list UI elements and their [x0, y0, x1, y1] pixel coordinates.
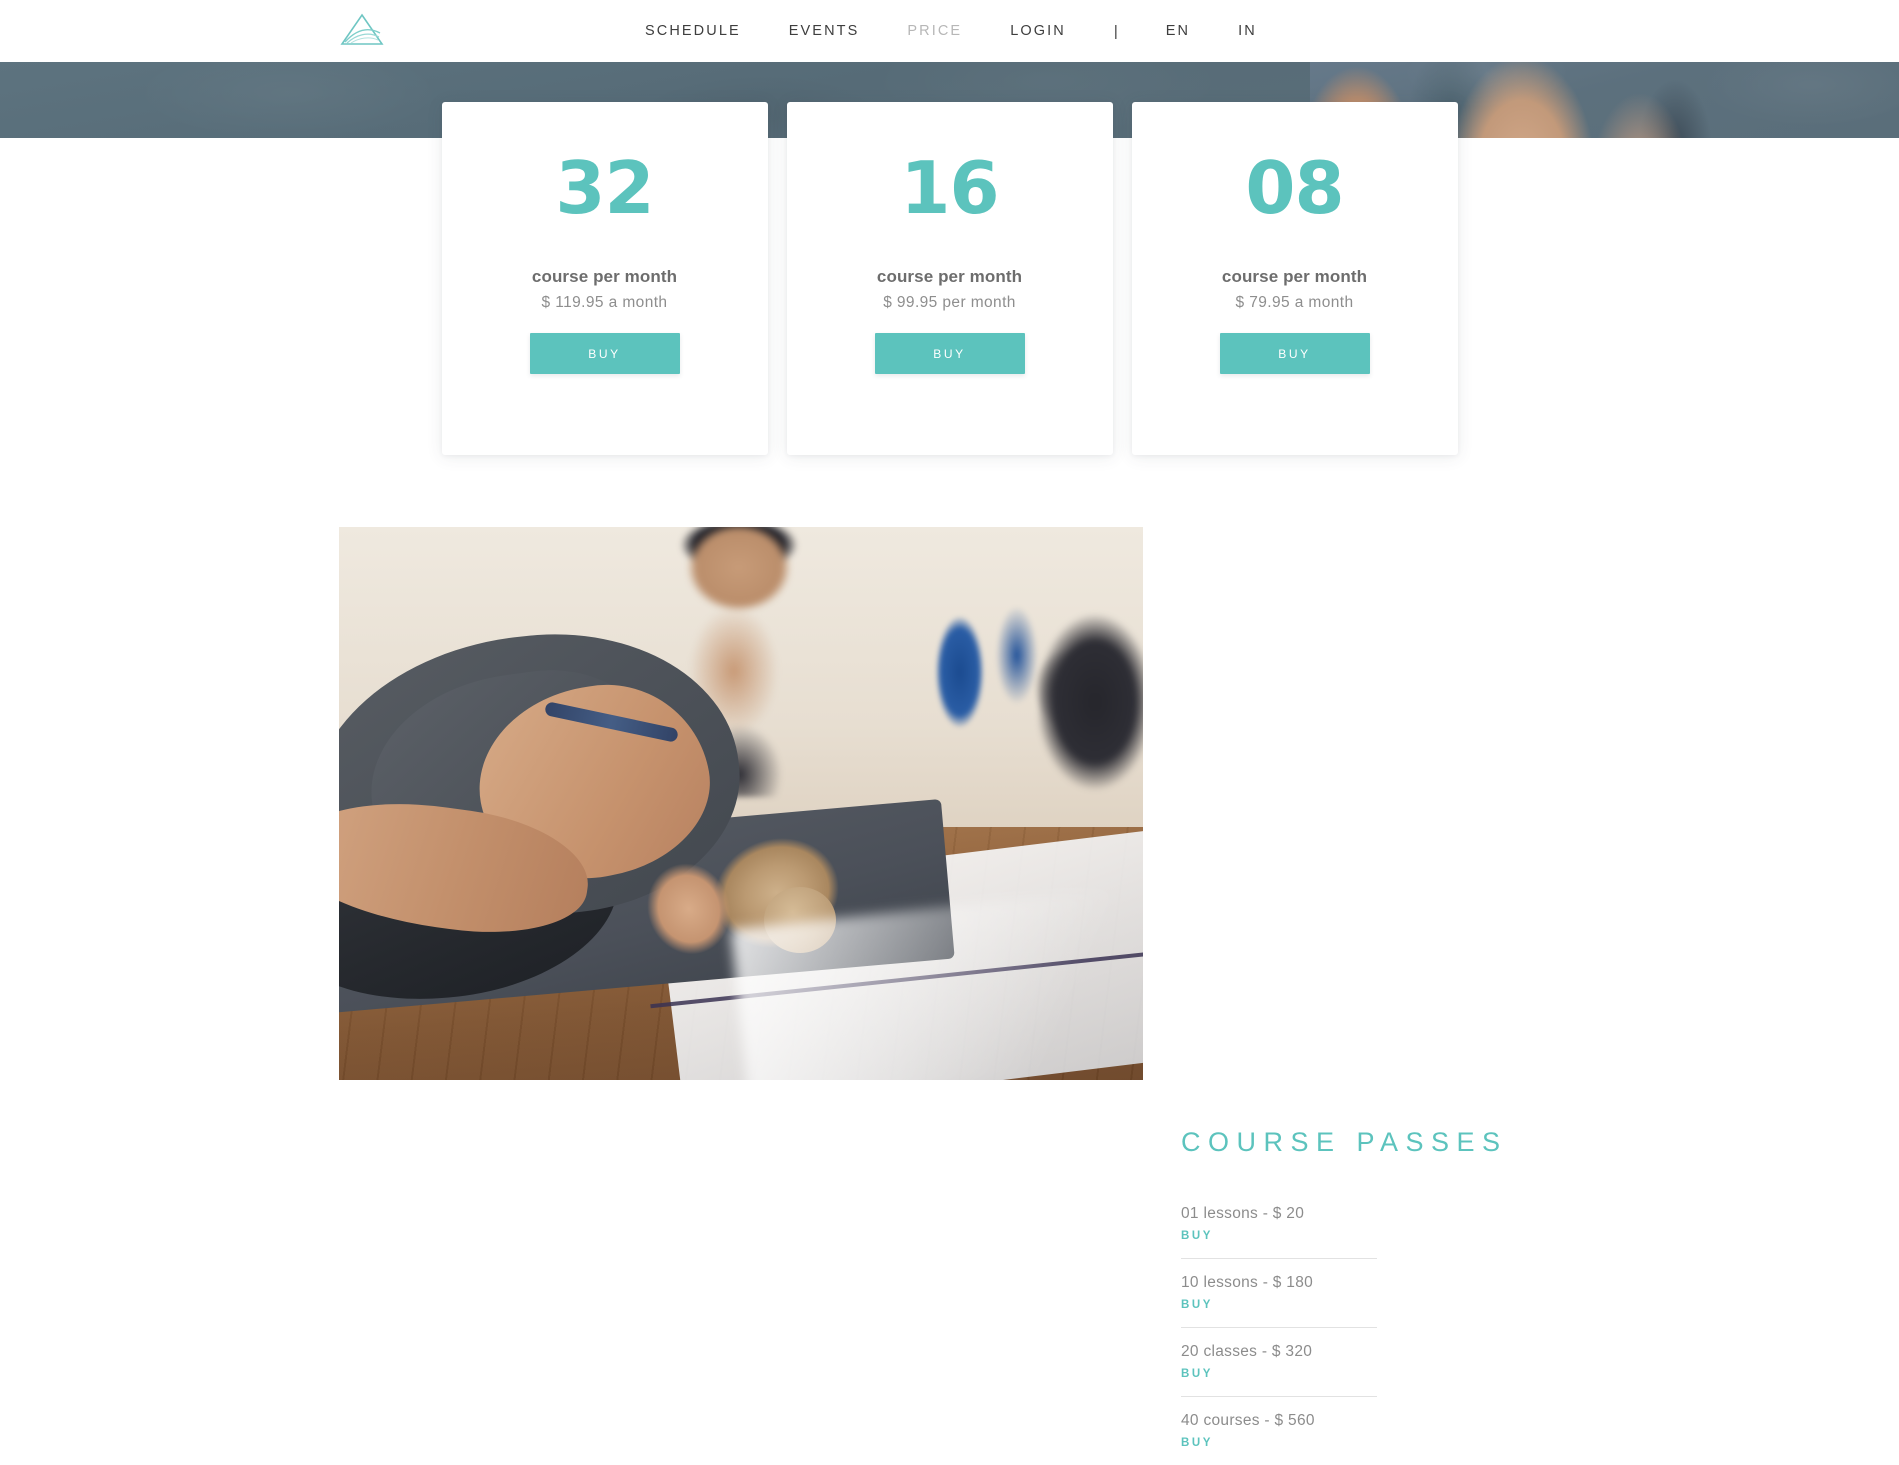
pass-buy-link[interactable]: BUY [1181, 1368, 1213, 1380]
pricing-card-unit: course per month [531, 267, 678, 286]
triangle-mountain-logo-icon [340, 13, 384, 45]
pricing-card-price: $ 99.95 per month [883, 294, 1016, 311]
passes-panel: COURSE PASSES 01 lessons - $ 20 BUY 10 l… [1181, 1127, 1511, 1465]
buy-button[interactable]: BUY [1219, 333, 1370, 374]
feature-image-yoga-pose [339, 527, 1143, 1080]
nav-item-events[interactable]: EVENTS [789, 23, 860, 39]
pricing-card-count: 16 [900, 146, 999, 230]
pricing-card-count: 32 [555, 146, 654, 230]
nav-language-in[interactable]: IN [1238, 23, 1257, 39]
pricing-card: 08 course per month $ 79.95 a month BUY [1131, 102, 1458, 455]
pass-label: 01 lessons - $ 20 [1181, 1205, 1305, 1222]
pass-item: 10 lessons - $ 180 BUY [1181, 1259, 1377, 1328]
pass-buy-link[interactable]: BUY [1181, 1230, 1213, 1242]
pass-label: 10 lessons - $ 180 [1181, 1274, 1314, 1291]
top-navigation-bar: SCHEDULE EVENTS PRICE LOGIN | EN IN [0, 0, 1899, 62]
pricing-card-unit: course per month [876, 267, 1023, 286]
buy-button[interactable]: BUY [874, 333, 1025, 374]
nav-separator: | [1113, 22, 1118, 40]
pricing-card-unit: course per month [1221, 267, 1368, 286]
pass-label: 20 classes - $ 320 [1181, 1343, 1313, 1360]
buy-button[interactable]: BUY [529, 333, 680, 374]
pricing-card: 32 course per month $ 119.95 a month BUY [441, 102, 768, 455]
passes-title: COURSE PASSES [1181, 1127, 1508, 1157]
pass-label: 40 courses - $ 560 [1181, 1412, 1315, 1429]
pricing-card-price: $ 119.95 a month [541, 294, 668, 311]
main-nav: SCHEDULE EVENTS PRICE LOGIN | EN IN [645, 0, 1305, 62]
pass-buy-link[interactable]: BUY [1181, 1299, 1213, 1311]
pass-item: 01 lessons - $ 20 BUY [1181, 1205, 1377, 1259]
pricing-card: 16 course per month $ 99.95 per month BU… [786, 102, 1113, 455]
nav-item-schedule[interactable]: SCHEDULE [645, 23, 741, 39]
pass-buy-link[interactable]: BUY [1181, 1437, 1213, 1449]
site-logo[interactable] [336, 8, 388, 50]
nav-item-login[interactable]: LOGIN [1010, 23, 1066, 39]
pricing-card-price: $ 79.95 a month [1235, 294, 1354, 311]
nav-item-price[interactable]: PRICE [907, 23, 962, 39]
pricing-cards: 32 course per month $ 119.95 a month BUY… [0, 102, 1899, 462]
course-passes-section: COURSE PASSES 01 lessons - $ 20 BUY 10 l… [0, 527, 1899, 1449]
pass-item: 20 classes - $ 320 BUY [1181, 1328, 1377, 1397]
pass-item: 40 courses - $ 560 BUY [1181, 1397, 1377, 1465]
nav-language-en[interactable]: EN [1166, 23, 1190, 39]
pricing-card-count: 08 [1245, 146, 1344, 230]
